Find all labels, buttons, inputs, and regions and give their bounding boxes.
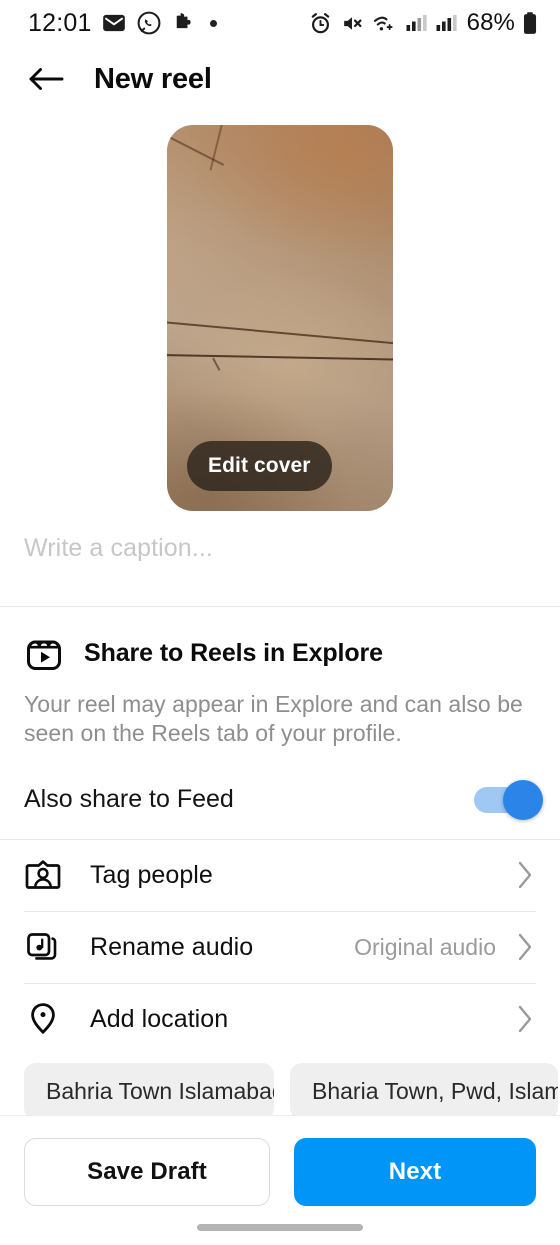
- puzzle-icon: [176, 13, 191, 29]
- location-chip[interactable]: Bharia Town, Pwd, Islama...: [290, 1062, 558, 1120]
- caption-area[interactable]: Write a caption...: [0, 520, 560, 606]
- tag-people-icon: [25, 860, 61, 890]
- home-gesture-bar[interactable]: [197, 1224, 363, 1231]
- caption-input[interactable]: Write a caption...: [24, 534, 536, 563]
- share-to-explore-title: Share to Reels in Explore: [84, 638, 383, 667]
- option-value-rename-audio: Original audio: [354, 933, 496, 960]
- share-to-explore-description: Your reel may appear in Explore and can …: [24, 691, 523, 747]
- option-label-rename-audio: Rename audio: [90, 932, 254, 961]
- dot-icon: [209, 19, 217, 27]
- chevron-right-icon: [518, 1006, 532, 1033]
- back-arrow-icon: [29, 68, 64, 90]
- signal-icon-1: [406, 15, 427, 31]
- location-suggestions: Bahria Town Islamabad Bharia Town, Pwd, …: [0, 1055, 560, 1120]
- battery-icon: [523, 11, 537, 34]
- also-share-to-feed-row[interactable]: Also share to Feed: [0, 761, 560, 839]
- status-bar-right: 68%: [308, 9, 538, 37]
- page-title: New reel: [94, 62, 212, 95]
- location-pin-icon: [31, 1003, 55, 1035]
- status-bar-left: 12:01: [28, 9, 217, 38]
- status-time: 12:01: [28, 8, 92, 37]
- back-button[interactable]: [24, 57, 68, 101]
- toggle-knob: [503, 779, 543, 820]
- mail-icon: [102, 14, 125, 32]
- option-label-tag-people: Tag people: [90, 860, 213, 889]
- status-bar: 12:01 68%: [0, 0, 560, 46]
- options-list: Tag people Rename audio Original audio A…: [0, 840, 560, 1055]
- also-share-to-feed-label: Also share to Feed: [24, 785, 234, 814]
- audio-icon-wrap: [24, 928, 70, 966]
- option-label-add-location: Add location: [90, 1004, 229, 1033]
- save-draft-button[interactable]: Save Draft: [24, 1138, 270, 1206]
- option-row-tag-people[interactable]: Tag people: [24, 840, 536, 911]
- signal-icon-2: [436, 15, 457, 31]
- alarm-icon: [311, 12, 329, 33]
- wifi-icon: [373, 16, 393, 30]
- option-row-add-location[interactable]: Add location: [24, 984, 536, 1055]
- location-chip[interactable]: Bahria Town Islamabad: [24, 1062, 274, 1120]
- bottom-action-bar: Save Draft Next: [0, 1115, 560, 1245]
- location-icon-wrap: [24, 1000, 70, 1038]
- chevron-right-icon: [518, 934, 532, 961]
- whatsapp-icon: [137, 11, 160, 35]
- edit-cover-button[interactable]: Edit cover: [187, 441, 332, 491]
- battery-percent: 68%: [466, 9, 515, 36]
- option-row-rename-audio[interactable]: Rename audio Original audio: [24, 912, 536, 983]
- new-reel-screen: 12:01 68% New reel Edit cover Write a ca…: [0, 0, 560, 1245]
- reels-icon: [27, 640, 61, 670]
- page-header: New reel: [0, 46, 560, 112]
- action-buttons: Save Draft Next: [24, 1138, 536, 1206]
- share-to-explore-header: Share to Reels in Explore: [24, 633, 536, 673]
- media-preview-area: Edit cover: [0, 112, 560, 520]
- reel-cover-thumbnail[interactable]: Edit cover: [167, 125, 393, 511]
- mute-icon: [343, 16, 362, 30]
- chevron-right-icon: [518, 862, 532, 889]
- also-share-to-feed-toggle[interactable]: [474, 779, 543, 820]
- audio-icon: [27, 933, 57, 961]
- tag-people-icon-wrap: [24, 856, 70, 894]
- next-button[interactable]: Next: [294, 1138, 536, 1206]
- share-to-explore-section: Share to Reels in Explore Your reel may …: [0, 607, 560, 749]
